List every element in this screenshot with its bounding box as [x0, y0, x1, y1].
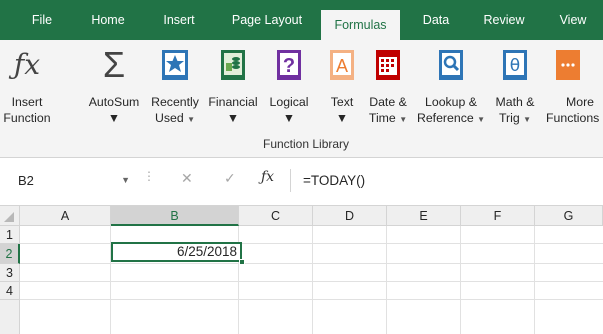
logical-label: Logical — [269, 95, 309, 109]
ellipsis-book-icon — [556, 50, 580, 80]
splitter-handle-icon[interactable]: ⋮ — [143, 169, 155, 183]
worksheet-grid[interactable]: A B C D E F G 1 2 3 4 6/25/2018 — [0, 205, 603, 334]
more-functions-label-line1: More — [566, 95, 595, 109]
financial-label: Financial — [208, 95, 258, 109]
recently-used-button[interactable]: Recently Used ▼ — [146, 46, 204, 127]
lookup-reference-label-line2: Reference ▼ — [416, 111, 486, 125]
fx-icon: ƒx — [13, 48, 41, 81]
date-time-button[interactable]: Date & Time ▼ — [362, 46, 414, 127]
lookup-reference-label-line1: Lookup & — [425, 95, 477, 109]
tab-review[interactable]: Review — [473, 0, 535, 40]
autosum-dropdown-caret: ▼ — [107, 111, 121, 125]
tab-insert[interactable]: Insert — [154, 0, 204, 40]
column-header-c[interactable]: C — [239, 206, 313, 226]
column-header-f[interactable]: F — [461, 206, 535, 226]
column-header-g[interactable]: G — [535, 206, 603, 226]
insert-function-fx-icon[interactable]: ƒx — [261, 169, 274, 185]
enter-icon[interactable]: ✓ — [224, 170, 236, 187]
column-header-a[interactable]: A — [20, 206, 111, 226]
chevron-down-icon[interactable]: ▼ — [121, 169, 130, 192]
ribbon-tab-bar: File Home Insert Page Layout Formulas Da… — [0, 0, 603, 40]
more-functions-button[interactable]: More Functions — [546, 46, 603, 126]
function-library-group-label: Function Library — [263, 137, 350, 151]
column-header-e[interactable]: E — [387, 206, 461, 226]
formula-input[interactable]: =TODAY() — [290, 169, 603, 192]
text-label: Text — [330, 95, 354, 109]
formula-bar: B2 ▼ ⋮ ✕ ✓ ƒx =TODAY() — [0, 164, 603, 197]
gridline — [386, 226, 387, 334]
math-trig-label-line1: Math & — [495, 95, 535, 109]
question-book-icon: ? — [277, 50, 301, 80]
select-all-button[interactable] — [0, 206, 20, 226]
sigma-icon: Σ — [102, 44, 126, 85]
date-time-label-line1: Date & — [369, 95, 407, 109]
financial-button[interactable]: Financial ▼ — [205, 46, 261, 126]
text-book-icon: A — [330, 50, 354, 80]
star-book-icon — [162, 50, 188, 80]
logical-dropdown-caret: ▼ — [282, 111, 296, 125]
math-trig-label-line2: Trig ▼ — [498, 111, 532, 125]
formulas-ribbon: ƒx Insert Function Σ AutoSum ▼ Recently … — [0, 40, 603, 158]
tab-file[interactable]: File — [22, 0, 62, 40]
row-header-1[interactable]: 1 — [0, 226, 20, 244]
gridline — [312, 226, 313, 334]
magnifier-book-icon — [439, 50, 463, 80]
logical-button[interactable]: ? Logical ▼ — [264, 46, 314, 126]
name-box-value: B2 — [18, 173, 34, 188]
tab-data[interactable]: Data — [414, 0, 458, 40]
gridline — [460, 226, 461, 334]
money-book-icon — [221, 50, 245, 80]
column-header-d[interactable]: D — [313, 206, 387, 226]
tab-home[interactable]: Home — [84, 0, 132, 40]
calendar-book-icon — [376, 50, 400, 80]
date-time-label-line2: Time ▼ — [368, 111, 408, 125]
tab-view[interactable]: View — [550, 0, 596, 40]
row-header-3[interactable]: 3 — [0, 264, 20, 282]
fill-handle[interactable] — [239, 259, 245, 265]
recently-used-label-line1: Recently — [151, 95, 199, 109]
financial-dropdown-caret: ▼ — [226, 111, 240, 125]
cell-b2[interactable]: 6/25/2018 — [111, 242, 242, 262]
insert-function-label-line1: Insert — [11, 95, 43, 109]
lookup-reference-button[interactable]: Lookup & Reference ▼ — [414, 46, 488, 127]
autosum-button[interactable]: Σ AutoSum ▼ — [84, 46, 144, 126]
recently-used-label-line2: Used ▼ — [154, 111, 196, 125]
autosum-label: AutoSum — [88, 95, 140, 109]
svg-text:A: A — [336, 56, 348, 76]
insert-function-label-line2: Function — [3, 111, 51, 125]
theta-book-icon: θ — [503, 50, 527, 80]
svg-text:?: ? — [283, 55, 295, 77]
insert-function-button[interactable]: ƒx Insert Function — [2, 46, 52, 126]
row-header-5[interactable] — [0, 300, 20, 334]
text-button[interactable]: A Text ▼ — [322, 46, 362, 126]
more-functions-label-line2: Functions — [546, 111, 600, 125]
column-header-b[interactable]: B — [111, 206, 239, 226]
gridline — [534, 226, 535, 334]
name-box[interactable]: B2 ▼ — [8, 169, 136, 192]
svg-text:θ: θ — [510, 56, 520, 76]
row-header-4[interactable]: 4 — [0, 282, 20, 300]
text-dropdown-caret: ▼ — [335, 111, 349, 125]
row-header-2[interactable]: 2 — [0, 244, 20, 264]
select-all-triangle-icon — [4, 212, 14, 222]
math-trig-button[interactable]: θ Math & Trig ▼ — [486, 46, 544, 127]
cancel-icon[interactable]: ✕ — [181, 170, 193, 187]
tab-page-layout[interactable]: Page Layout — [222, 0, 312, 40]
tab-formulas[interactable]: Formulas — [321, 10, 400, 40]
